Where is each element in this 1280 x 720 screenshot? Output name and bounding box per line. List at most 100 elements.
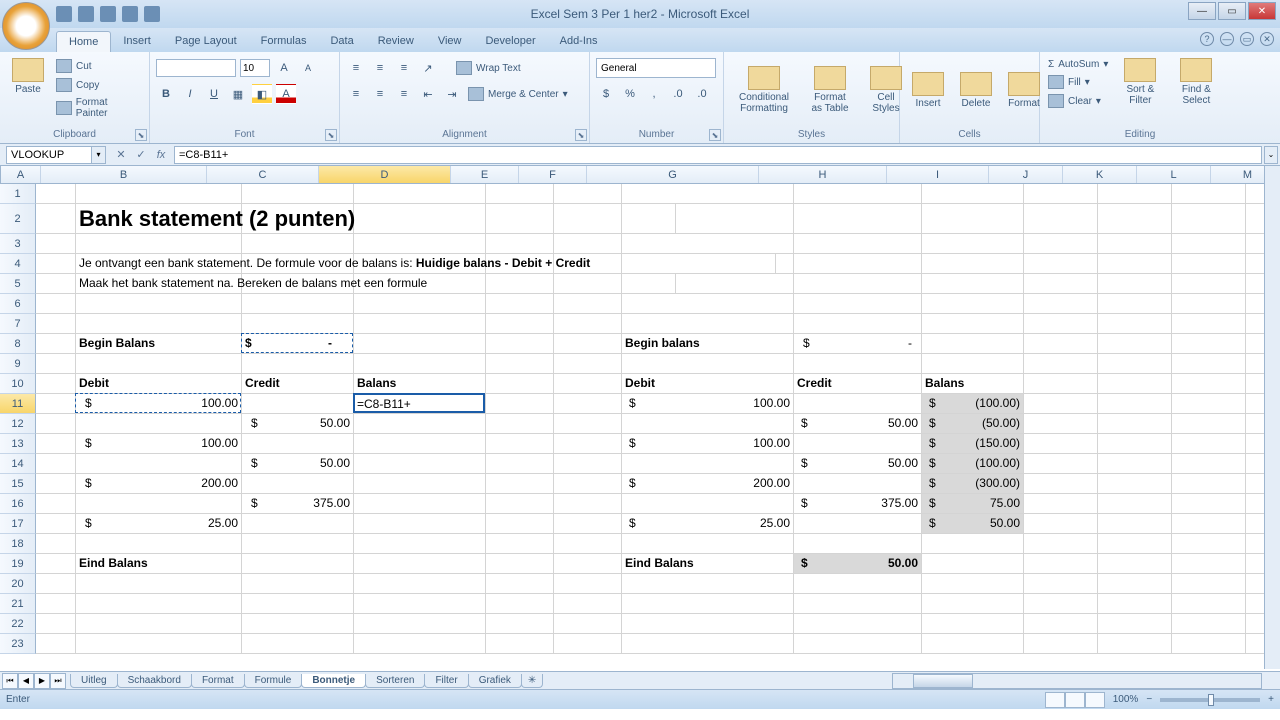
save-icon[interactable] xyxy=(56,6,72,22)
font-select[interactable] xyxy=(156,59,236,77)
autosum-button[interactable]: Σ AutoSum ▾ xyxy=(1046,58,1110,71)
ribbon-tab-page-layout[interactable]: Page Layout xyxy=(163,31,249,52)
page-layout-view-button[interactable] xyxy=(1065,692,1085,708)
cell[interactable]: Debit xyxy=(622,374,794,394)
undo-icon[interactable] xyxy=(78,6,94,22)
cell[interactable]: $50.00 xyxy=(794,414,922,434)
spreadsheet-grid[interactable]: ABCDEFGHIJKLM 12345678910111213141516171… xyxy=(0,166,1280,671)
row-header[interactable]: 14 xyxy=(0,454,36,474)
grow-font-button[interactable]: A xyxy=(274,58,294,78)
ribbon-tab-review[interactable]: Review xyxy=(366,31,426,52)
border-button[interactable]: ▦ xyxy=(228,84,248,104)
ribbon-tab-developer[interactable]: Developer xyxy=(473,31,547,52)
qat-icon[interactable] xyxy=(122,6,138,22)
cell[interactable]: $375.00 xyxy=(242,494,354,514)
row-header[interactable]: 16 xyxy=(0,494,36,514)
align-bottom-button[interactable]: ≡ xyxy=(394,58,414,78)
sort-filter-button[interactable]: Sort & Filter xyxy=(1114,56,1166,108)
cell[interactable]: $200.00 xyxy=(622,474,794,494)
cell[interactable]: $100.00 xyxy=(622,394,794,414)
sheet-tab-format[interactable]: Format xyxy=(191,674,245,688)
insert-button[interactable]: Insert xyxy=(906,70,950,111)
row-header[interactable]: 7 xyxy=(0,314,36,334)
increase-indent-button[interactable]: ⇥ xyxy=(442,84,462,104)
font-color-button[interactable]: A xyxy=(276,84,296,104)
cut-button[interactable]: Cut xyxy=(54,58,143,74)
sheet-tab-formule[interactable]: Formule xyxy=(244,674,303,688)
row-header[interactable]: 21 xyxy=(0,594,36,614)
redo-icon[interactable] xyxy=(100,6,116,22)
ribbon-tab-home[interactable]: Home xyxy=(56,31,111,52)
row-header[interactable]: 19 xyxy=(0,554,36,574)
fill-button[interactable]: Fill ▾ xyxy=(1046,74,1110,90)
ribbon-tab-view[interactable]: View xyxy=(426,31,474,52)
cell[interactable]: $25.00 xyxy=(76,514,242,534)
cell[interactable]: $50.00 xyxy=(794,454,922,474)
percent-button[interactable]: % xyxy=(620,84,640,104)
next-sheet-button[interactable]: ▶ xyxy=(34,673,50,689)
align-top-button[interactable]: ≡ xyxy=(346,58,366,78)
ribbon-tab-add-ins[interactable]: Add-Ins xyxy=(548,31,610,52)
cell[interactable]: Bank statement (2 punten) xyxy=(76,204,676,234)
orientation-button[interactable]: ↗ xyxy=(418,58,438,78)
cell-editor[interactable]: =C8-B11+ xyxy=(353,393,485,413)
sheet-tab-uitleg[interactable]: Uitleg xyxy=(70,674,118,688)
name-box[interactable]: VLOOKUP▾ xyxy=(6,146,106,164)
zoom-in-button[interactable]: + xyxy=(1268,694,1274,705)
cell[interactable]: Balans xyxy=(922,374,1024,394)
decrease-indent-button[interactable]: ⇤ xyxy=(418,84,438,104)
row-header[interactable]: 15 xyxy=(0,474,36,494)
decrease-decimal-button[interactable]: .0 xyxy=(692,84,712,104)
vertical-scrollbar[interactable] xyxy=(1264,166,1280,669)
italic-button[interactable]: I xyxy=(180,84,200,104)
accounting-format-button[interactable]: $ xyxy=(596,84,616,104)
formula-bar[interactable]: =C8-B11+ xyxy=(174,146,1262,164)
merge-center-button[interactable]: Merge & Center ▾ xyxy=(466,86,570,102)
cell[interactable]: $100.00 xyxy=(76,394,242,414)
row-header[interactable]: 18 xyxy=(0,534,36,554)
cell[interactable]: Credit xyxy=(242,374,354,394)
column-header[interactable]: D xyxy=(319,166,451,183)
wrap-text-button[interactable]: Wrap Text xyxy=(454,60,523,76)
restore-icon[interactable]: ▭ xyxy=(1240,32,1254,46)
enter-formula-button[interactable]: ✓ xyxy=(132,146,150,164)
cell[interactable]: Begin balans xyxy=(622,334,794,354)
row-header[interactable]: 11 xyxy=(0,394,36,414)
cell[interactable]: Eind Balans xyxy=(76,554,242,574)
first-sheet-button[interactable]: ⏮ xyxy=(2,673,18,689)
align-right-button[interactable]: ≡ xyxy=(394,84,414,104)
cell[interactable]: Credit xyxy=(794,374,922,394)
cell[interactable]: Maak het bank statement na. Bereken de b… xyxy=(76,274,676,294)
cell[interactable]: Begin Balans xyxy=(76,334,242,354)
cell[interactable]: $50.00 xyxy=(922,514,1024,534)
number-format-select[interactable] xyxy=(596,58,716,78)
row-header[interactable]: 13 xyxy=(0,434,36,454)
comma-button[interactable]: , xyxy=(644,84,664,104)
row-header[interactable]: 23 xyxy=(0,634,36,654)
zoom-out-button[interactable]: − xyxy=(1146,694,1152,705)
shrink-font-button[interactable]: A xyxy=(298,58,318,78)
conditional-formatting-button[interactable]: Conditional Formatting xyxy=(730,64,798,116)
paste-button[interactable]: Paste xyxy=(6,56,50,97)
cell[interactable]: $25.00 xyxy=(622,514,794,534)
format-painter-button[interactable]: Format Painter xyxy=(54,96,143,120)
dialog-launcher-icon[interactable]: ⬊ xyxy=(709,129,721,141)
sheet-tab-sorteren[interactable]: Sorteren xyxy=(365,674,425,688)
cell[interactable]: Je ontvangt een bank statement. De formu… xyxy=(76,254,776,274)
office-button[interactable] xyxy=(2,2,50,50)
row-header[interactable]: 4 xyxy=(0,254,36,274)
page-break-view-button[interactable] xyxy=(1085,692,1105,708)
row-header[interactable]: 5 xyxy=(0,274,36,294)
cell[interactable]: $(50.00) xyxy=(922,414,1024,434)
help-icon[interactable]: ? xyxy=(1200,32,1214,46)
underline-button[interactable]: U xyxy=(204,84,224,104)
find-select-button[interactable]: Find & Select xyxy=(1170,56,1222,108)
delete-button[interactable]: Delete xyxy=(954,70,998,111)
bold-button[interactable]: B xyxy=(156,84,176,104)
zoom-slider[interactable] xyxy=(1160,698,1260,702)
sheet-tab-bonnetje[interactable]: Bonnetje xyxy=(301,674,366,688)
dialog-launcher-icon[interactable]: ⬊ xyxy=(135,129,147,141)
row-header[interactable]: 2 xyxy=(0,204,36,234)
row-header[interactable]: 20 xyxy=(0,574,36,594)
last-sheet-button[interactable]: ⏭ xyxy=(50,673,66,689)
